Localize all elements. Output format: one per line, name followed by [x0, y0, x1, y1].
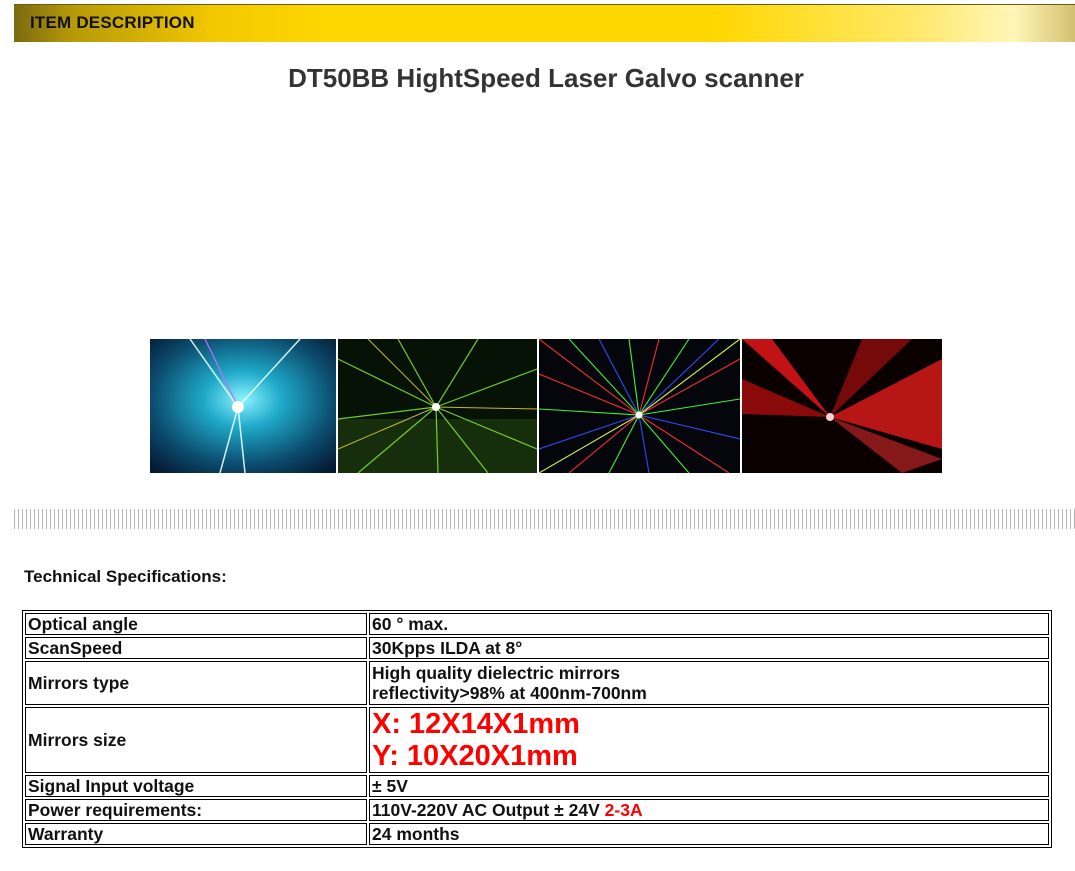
section-header-bar: ITEM DESCRIPTION [14, 4, 1075, 42]
spec-label-mirrors-size: Mirrors size [25, 707, 367, 773]
mirrors-type-line2: reflectivity>98% at 400nm-700nm [372, 683, 647, 703]
cyan-laser-photo [150, 339, 336, 473]
spec-label-mirrors-type: Mirrors type [25, 661, 367, 705]
spec-label-power: Power requirements: [25, 799, 367, 821]
spec-label-signal-input: Signal Input voltage [25, 775, 367, 797]
spec-value-signal-input: ± 5V [369, 775, 1049, 797]
table-row: Mirrors size X: 12X14X1mm Y: 10X20X1mm [25, 707, 1049, 773]
table-row: ScanSpeed 30Kpps ILDA at 8° [25, 637, 1049, 659]
spec-table: Optical angle 60 ° max. ScanSpeed 30Kpps… [22, 610, 1052, 848]
mirrors-type-line1: High quality dielectric mirrors [372, 663, 620, 683]
multicolor-laser-photo [539, 339, 740, 473]
spec-value-scan-speed: 30Kpps ILDA at 8° [369, 637, 1049, 659]
mirror-size-x: X: 12X14X1mm [372, 708, 580, 740]
red-laser-photo [742, 339, 942, 473]
laser-photo-strip [150, 339, 942, 473]
spec-heading: Technical Specifications: [24, 567, 227, 586]
power-current-highlight: 2-3A [604, 800, 643, 820]
table-row: Warranty 24 months [25, 823, 1049, 845]
barcode-divider [14, 509, 1075, 529]
product-title: DT50BB HightSpeed Laser Galvo scanner [288, 63, 804, 93]
spec-value-power: 110V-220V AC Output ± 24V 2-3A [369, 799, 1049, 821]
green-laser-photo [338, 339, 537, 473]
section-header-title: ITEM DESCRIPTION [30, 13, 195, 32]
spec-label-optical-angle: Optical angle [25, 613, 367, 635]
spec-label-scan-speed: ScanSpeed [25, 637, 367, 659]
table-row: Optical angle 60 ° max. [25, 613, 1049, 635]
spec-value-mirrors-size: X: 12X14X1mm Y: 10X20X1mm [369, 707, 1049, 773]
spec-value-mirrors-type: High quality dielectric mirrors reflecti… [369, 661, 1049, 705]
table-row: Power requirements: 110V-220V AC Output … [25, 799, 1049, 821]
mirror-size-y: Y: 10X20X1mm [372, 740, 578, 772]
table-row: Mirrors type High quality dielectric mir… [25, 661, 1049, 705]
spec-value-optical-angle: 60 ° max. [369, 613, 1049, 635]
spec-label-warranty: Warranty [25, 823, 367, 845]
power-main-text: 110V-220V AC Output ± 24V [372, 800, 605, 820]
table-row: Signal Input voltage ± 5V [25, 775, 1049, 797]
spec-value-warranty: 24 months [369, 823, 1049, 845]
